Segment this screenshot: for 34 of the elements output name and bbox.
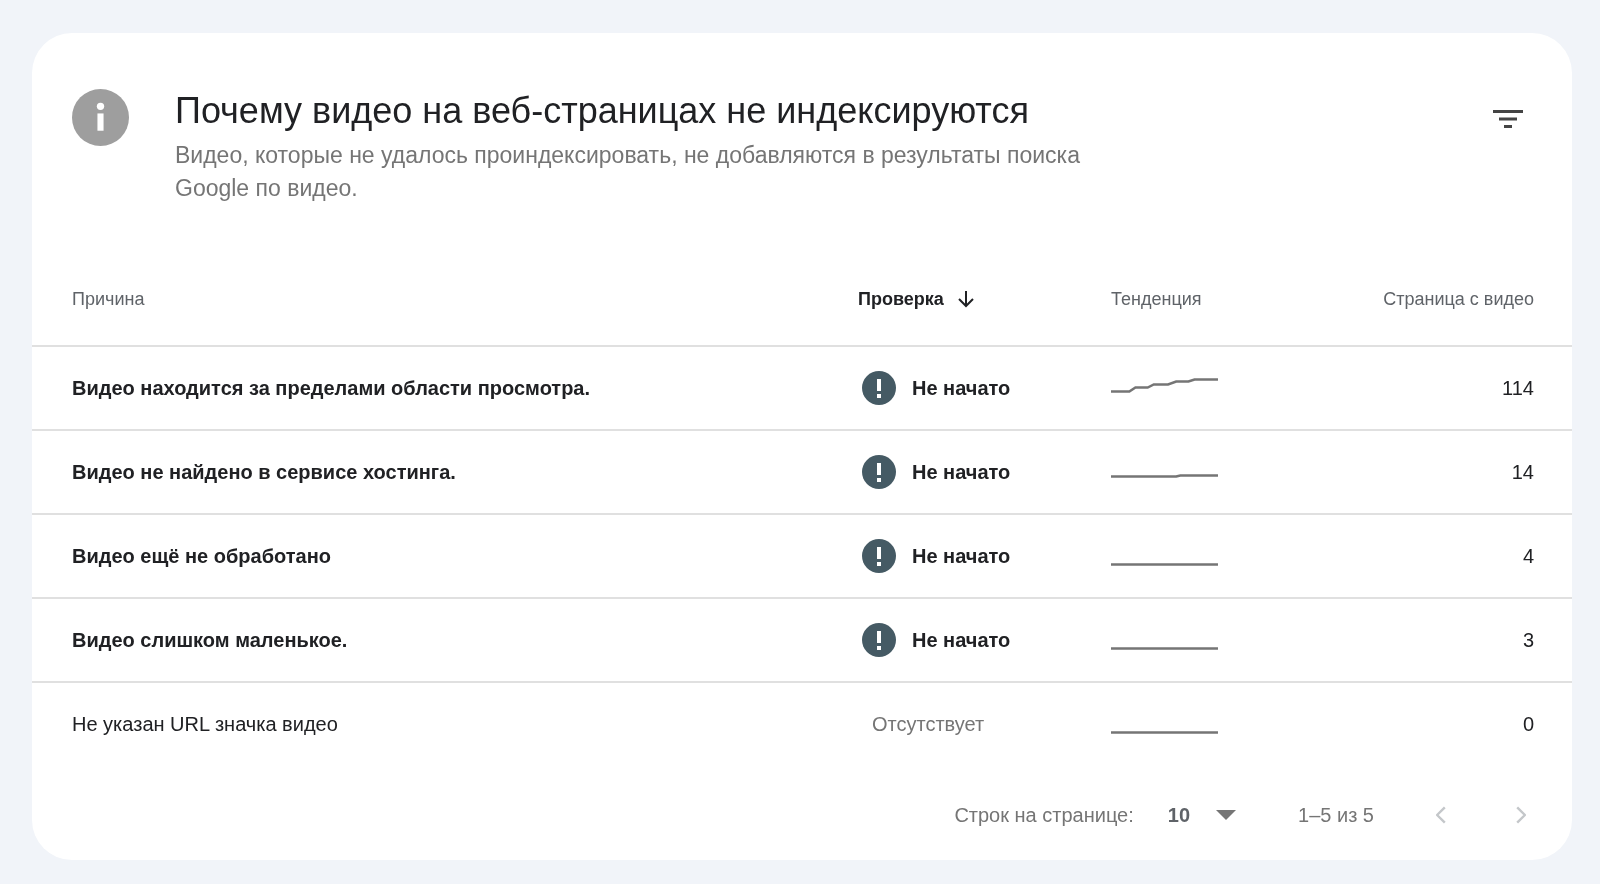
column-header[interactable]: Проверка [858, 288, 976, 310]
page-range: 1–5 из 5 [1298, 803, 1374, 827]
reason-text[interactable]: Видео ещё не обработано [72, 544, 331, 567]
status-text: Не начато [912, 460, 1011, 484]
reason-text[interactable]: Видео не найдено в сервисе хостинга. [72, 460, 456, 483]
exclamation-icon [862, 371, 896, 405]
status-text: Не начато [912, 628, 1011, 652]
chevron-right-icon [1515, 806, 1526, 824]
reason-text[interactable]: Видео находится за пределами области просмотра. [72, 376, 591, 399]
exclamation-icon [862, 623, 896, 657]
page-count: 3 [1522, 628, 1534, 651]
caret-icon [1216, 810, 1237, 820]
card-title: Почему видео на веб-страницах не индексируются [175, 89, 1030, 133]
reason-text[interactable]: Видео слишком маленькое. [72, 628, 348, 651]
page-count: 0 [1522, 712, 1534, 735]
status-text: Не начато [912, 376, 1011, 400]
status-text: Не начато [912, 544, 1011, 568]
exclamation-icon [862, 539, 896, 573]
status-text: Отсутствует [872, 712, 985, 736]
column-header[interactable]: Страница с видео [1383, 288, 1534, 310]
page-count: 4 [1522, 544, 1534, 567]
rows-per-page-label: Строк на странице: [954, 803, 1134, 827]
arrow-down-icon [955, 289, 976, 309]
info-icon [72, 89, 129, 146]
rows-per-page-select[interactable]: 10 [1167, 803, 1237, 827]
reason-text[interactable]: Не указан URL значка видео [72, 712, 338, 735]
card-description: Видео, которые не удалось проиндексировать, не добавляются в результаты поиска Google по видео. [175, 141, 1081, 203]
filter-icon [1492, 107, 1524, 131]
chevron-left-icon [1436, 806, 1447, 824]
column-header[interactable]: Тенденция [1111, 288, 1202, 310]
column-header[interactable]: Причина [72, 288, 145, 310]
exclamation-icon [862, 455, 896, 489]
page-count: 114 [1502, 376, 1534, 399]
page-count: 14 [1511, 460, 1534, 483]
